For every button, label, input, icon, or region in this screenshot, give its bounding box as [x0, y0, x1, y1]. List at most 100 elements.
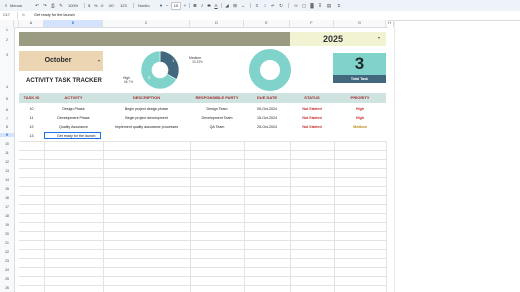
responsible-party: QA Team [209, 125, 225, 129]
dropdown-chevron-icon[interactable]: ▾ [378, 35, 380, 40]
col-task-id[interactable]: TASK ID [19, 93, 44, 103]
grid-line [19, 285, 386, 286]
paint-format-icon[interactable]: ✎ [58, 2, 64, 9]
row-header[interactable]: 22 [0, 250, 14, 254]
row-header[interactable]: 1 [0, 28, 14, 32]
row-header[interactable]: 20 [0, 232, 14, 236]
filter-views-icon[interactable]: ▤ [326, 2, 332, 9]
column-header-a[interactable]: A [19, 20, 44, 27]
row-header[interactable]: 15 [0, 187, 14, 191]
column-header-h[interactable]: H [386, 20, 394, 27]
row-header[interactable]: 19 [0, 223, 14, 227]
row-header[interactable]: 21 [0, 241, 14, 245]
merge-cells-icon[interactable]: ↔ [240, 2, 246, 9]
row-headers: 1 2 3 4 5 6 7 8 9 10 11 12 13 14 15 16 1… [0, 27, 15, 292]
increase-decimal-button[interactable]: .00 [108, 2, 114, 9]
borders-icon[interactable]: ⊞ [232, 2, 238, 9]
col-priority[interactable]: PRIORITY [334, 93, 386, 103]
active-cell-editor[interactable]: Get ready for the launch [44, 132, 101, 139]
dropdown-chevron-icon[interactable]: ▾ [98, 58, 100, 63]
percent-format-button[interactable]: % [94, 2, 98, 9]
minus-icon[interactable]: − [164, 2, 170, 9]
print-icon[interactable]: ⎙ [50, 2, 56, 9]
column-header-b[interactable]: B [44, 20, 103, 27]
comment-icon[interactable]: ▢ [301, 2, 307, 9]
row-header[interactable]: 10 [0, 142, 14, 146]
year-value: 2025 [322, 34, 344, 44]
activity: Development Phase [57, 116, 90, 120]
row-header[interactable]: 5 [0, 97, 14, 101]
font-family-select[interactable]: Nunito [138, 2, 150, 9]
menus-button[interactable]: Menus [10, 2, 22, 9]
functions-icon[interactable]: Σ [336, 2, 342, 9]
zoom-select[interactable]: 100% [68, 2, 78, 9]
row-header[interactable]: 23 [0, 259, 14, 263]
decrease-decimal-button[interactable]: .0 [100, 2, 103, 9]
row-header[interactable]: 12 [0, 160, 14, 164]
formula-input[interactable]: Get ready for the launch [34, 13, 75, 17]
text-wrap-icon[interactable]: ↵ [270, 2, 276, 9]
month-card[interactable]: October ▾ [19, 51, 103, 71]
column-header-d[interactable]: D [190, 20, 244, 27]
row-header[interactable]: 24 [0, 268, 14, 272]
col-responsible-party[interactable]: RESPONSIBLE PARTY [190, 93, 244, 103]
fill-color-icon[interactable]: ◢ [224, 2, 230, 9]
link-icon[interactable]: ∞ [293, 2, 299, 9]
column-header-c[interactable]: C [103, 20, 190, 27]
grid-line [386, 141, 387, 292]
table-row[interactable]: 11 Development Phase Begin project devel… [19, 114, 386, 123]
column-header-g[interactable]: G [334, 20, 386, 27]
table-row[interactable]: 12 Quality Assurance Implement quality a… [19, 123, 386, 132]
col-activity[interactable]: ACTIVITY [44, 93, 103, 103]
number-format-button[interactable]: 123 [120, 2, 127, 9]
plus-icon[interactable]: + [182, 2, 188, 9]
table-row[interactable]: 13 Get ready for the launch [19, 132, 386, 141]
col-due-date[interactable]: DUE DATE [244, 93, 290, 103]
row-header[interactable]: 18 [0, 214, 14, 218]
task-id: 12 [29, 125, 34, 129]
text-rotate-icon[interactable]: ↻ [278, 2, 284, 9]
row-header[interactable]: 14 [0, 178, 14, 182]
align-vertical-icon[interactable]: ↕ [262, 2, 268, 9]
year-cell[interactable]: 2025 ▾ [290, 32, 386, 46]
font-size-field[interactable]: 10 [171, 2, 181, 10]
description: Implement quality assurance processes [114, 125, 179, 129]
grid-line [19, 150, 386, 151]
row-header[interactable]: 16 [0, 196, 14, 200]
task-id: 10 [29, 107, 34, 111]
col-description[interactable]: DESCRIPTION [103, 93, 190, 103]
row-header[interactable]: 3 [0, 53, 14, 57]
row-header[interactable]: 17 [0, 205, 14, 209]
row-header[interactable]: 2 [0, 38, 14, 42]
table-row[interactable]: 10 Design Phase Begin project design pha… [19, 105, 386, 114]
name-box[interactable]: C17 [3, 13, 10, 17]
row-header[interactable]: 6 [0, 108, 14, 112]
row-header[interactable]: 7 [0, 117, 14, 121]
row-header[interactable]: 11 [0, 151, 14, 155]
row-header[interactable]: 26 [0, 286, 14, 290]
search-icon[interactable]: ⌕ [3, 2, 9, 9]
bold-icon[interactable]: B [192, 2, 198, 9]
italic-icon[interactable]: I [199, 2, 205, 9]
currency-format-button[interactable]: $ [88, 2, 90, 9]
chart-icon[interactable]: ▓ [309, 2, 315, 9]
undo-icon[interactable]: ↶ [34, 2, 40, 9]
strikethrough-icon[interactable]: S [206, 2, 212, 9]
align-horizontal-icon[interactable]: ≡ [254, 2, 260, 9]
column-header-f[interactable]: F [290, 20, 334, 27]
row-header[interactable]: 25 [0, 277, 14, 281]
row-header[interactable]: 8 [0, 125, 14, 129]
row-header[interactable]: 4 [0, 85, 14, 89]
row-header[interactable]: 13 [0, 169, 14, 173]
select-all-corner[interactable] [0, 20, 14, 27]
redo-icon[interactable]: ↷ [42, 2, 48, 9]
column-header-e[interactable]: E [244, 20, 290, 27]
grid-line [244, 141, 245, 292]
col-status[interactable]: STATUS [290, 93, 334, 103]
row-header-selected[interactable]: 9 [0, 133, 14, 137]
priority: High [356, 116, 364, 120]
filter-icon[interactable]: ⊽ [317, 2, 323, 9]
activity: Design Phase [62, 107, 85, 111]
text-color-icon[interactable]: A [213, 2, 219, 9]
priority-donut-chart: 2 1 [140, 50, 180, 90]
